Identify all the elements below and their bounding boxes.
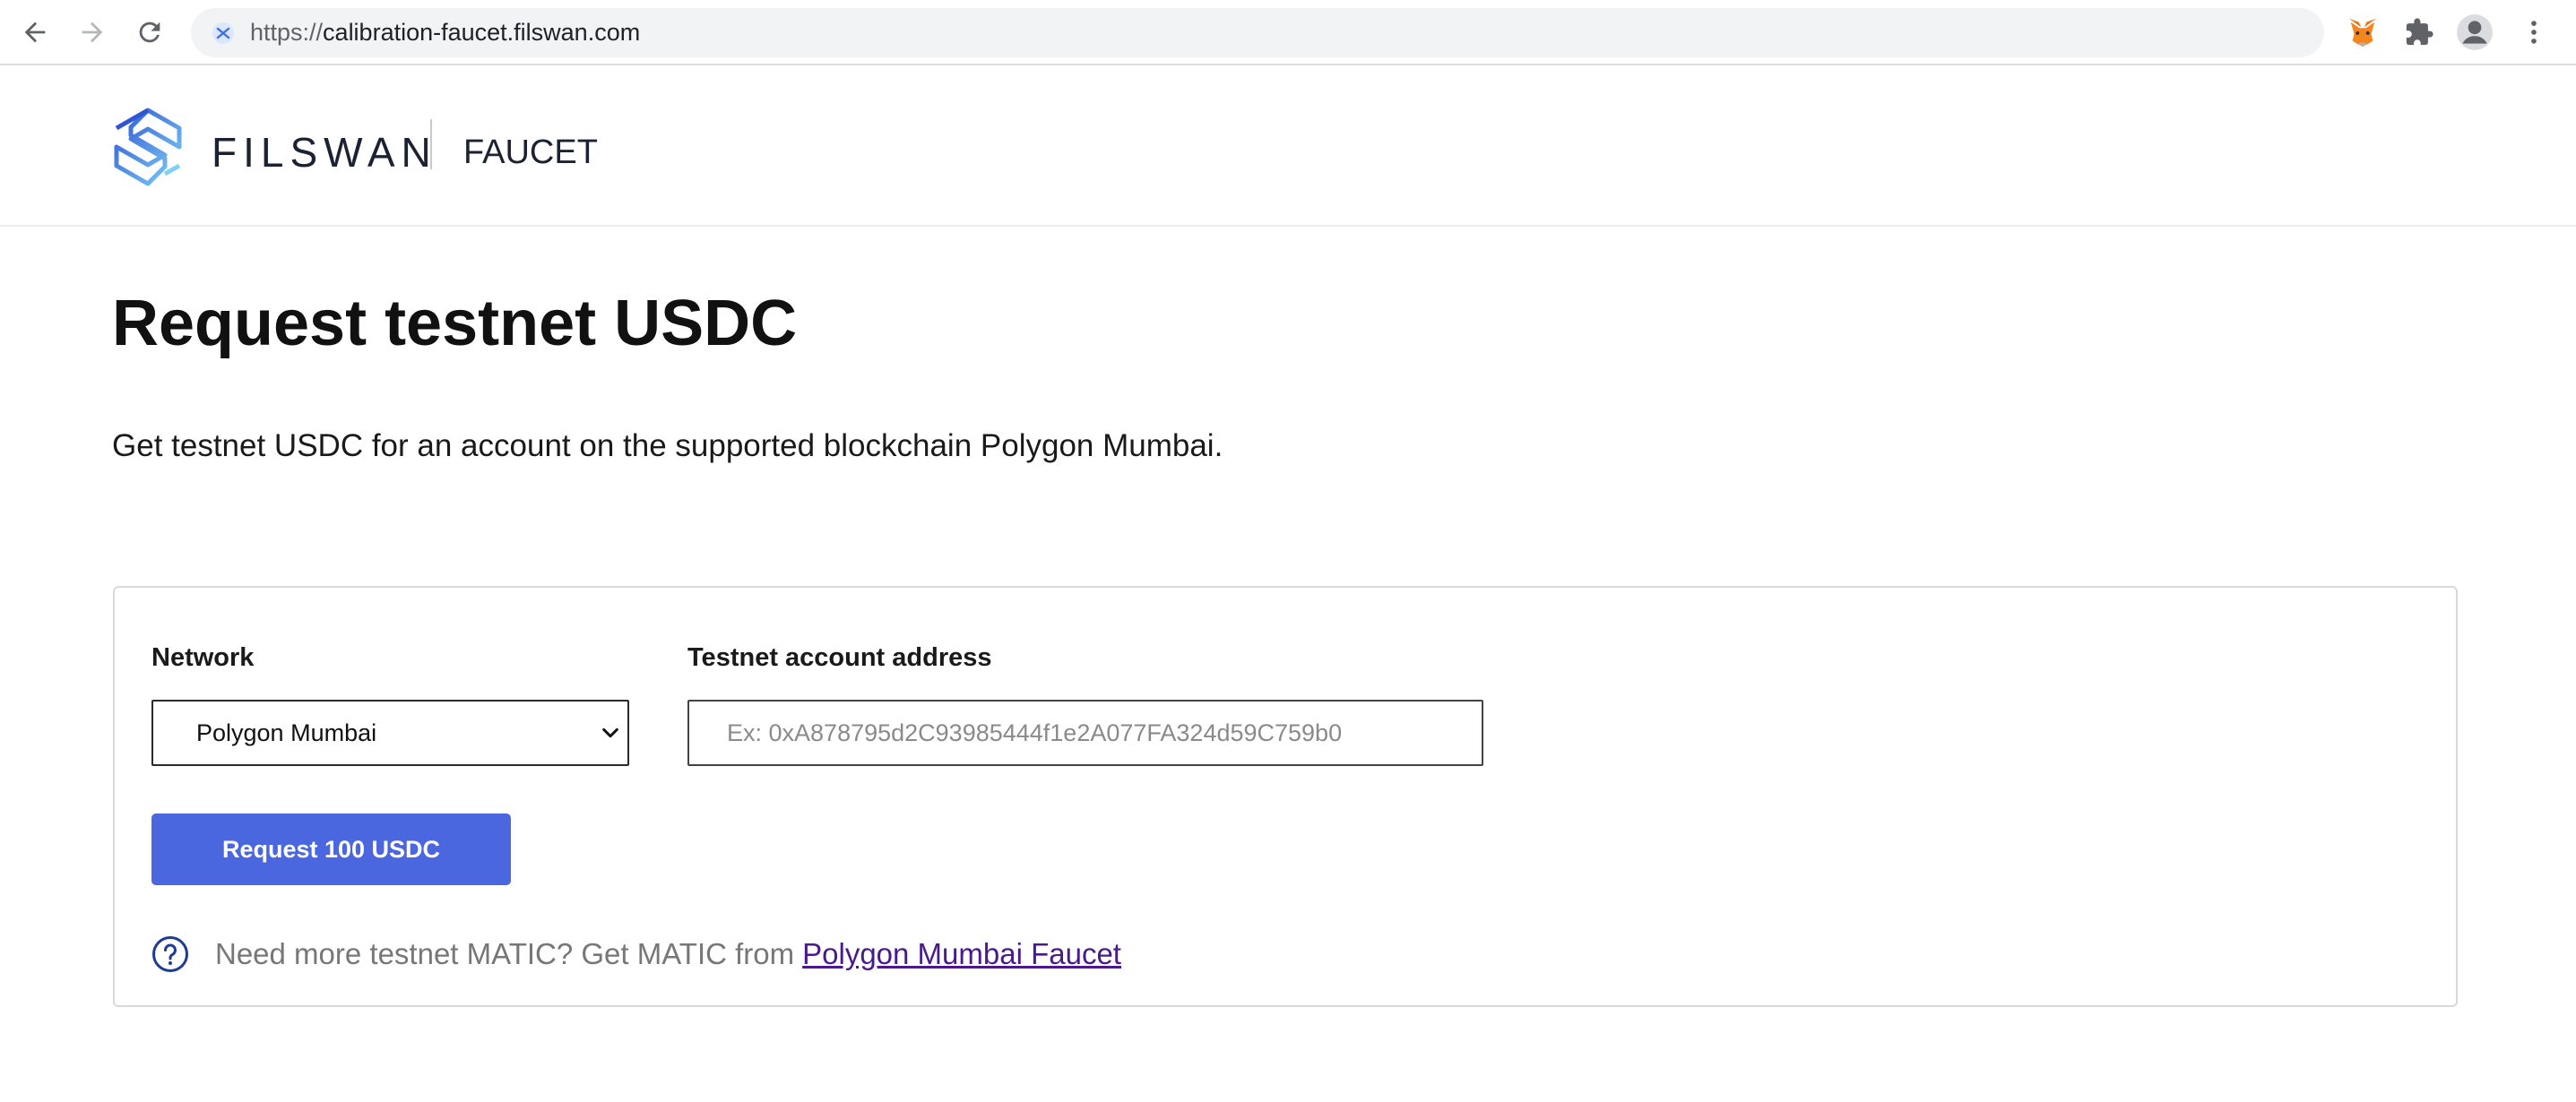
- browser-toolbar: https://calibration-faucet.filswan.com: [0, 0, 2576, 65]
- metamask-extension-button[interactable]: [2343, 13, 2382, 52]
- help-text: Need more testnet MATIC? Get MATIC from: [215, 937, 795, 970]
- avatar-icon: [2457, 14, 2493, 50]
- site-favicon-icon: [212, 22, 234, 44]
- back-button[interactable]: [15, 13, 55, 52]
- address-input[interactable]: [687, 700, 1483, 766]
- browser-menu-button[interactable]: [2514, 13, 2554, 52]
- url-host: calibration-faucet.filswan.com: [323, 19, 641, 46]
- network-selected-value: Polygon Mumbai: [196, 719, 377, 746]
- polygon-mumbai-faucet-link[interactable]: Polygon Mumbai Faucet: [802, 937, 1121, 971]
- back-arrow-icon: [24, 22, 46, 43]
- profile-button[interactable]: [2455, 13, 2494, 52]
- request-usdc-button[interactable]: Request 100 USDC: [151, 814, 511, 885]
- fox-icon: [2348, 18, 2377, 47]
- forward-arrow-icon: [82, 22, 103, 43]
- network-label: Network: [151, 643, 255, 672]
- filswan-logo-icon[interactable]: [113, 108, 183, 186]
- address-bar[interactable]: https://calibration-faucet.filswan.com: [191, 8, 2324, 57]
- faucet-label: FAUCET: [463, 133, 598, 171]
- page-title: Request testnet USDC: [112, 288, 798, 359]
- logo-text[interactable]: FILSWAN: [212, 126, 437, 178]
- url-scheme: https://: [250, 19, 324, 46]
- page-description: Get testnet USDC for an account on the s…: [112, 428, 1223, 463]
- more-vertical-icon: [2531, 21, 2537, 44]
- help-row: Need more testnet MATIC? Get MATIC from …: [151, 932, 1121, 977]
- request-form-card: Network Testnet account address Polygon …: [113, 586, 2458, 1007]
- header-divider: [430, 119, 432, 169]
- site-header: FILSWAN FAUCET: [0, 67, 2576, 227]
- address-label: Testnet account address: [687, 643, 992, 672]
- puzzle-icon: [2406, 18, 2433, 46]
- reload-button[interactable]: [130, 13, 169, 52]
- forward-button[interactable]: [73, 13, 112, 52]
- question-circle-icon: [152, 936, 188, 972]
- reload-icon: [139, 22, 160, 43]
- network-select[interactable]: Polygon Mumbai: [151, 700, 629, 766]
- chevron-down-icon: [602, 727, 618, 738]
- extensions-button[interactable]: [2399, 13, 2439, 52]
- url-text: https://calibration-faucet.filswan.com: [250, 8, 640, 57]
